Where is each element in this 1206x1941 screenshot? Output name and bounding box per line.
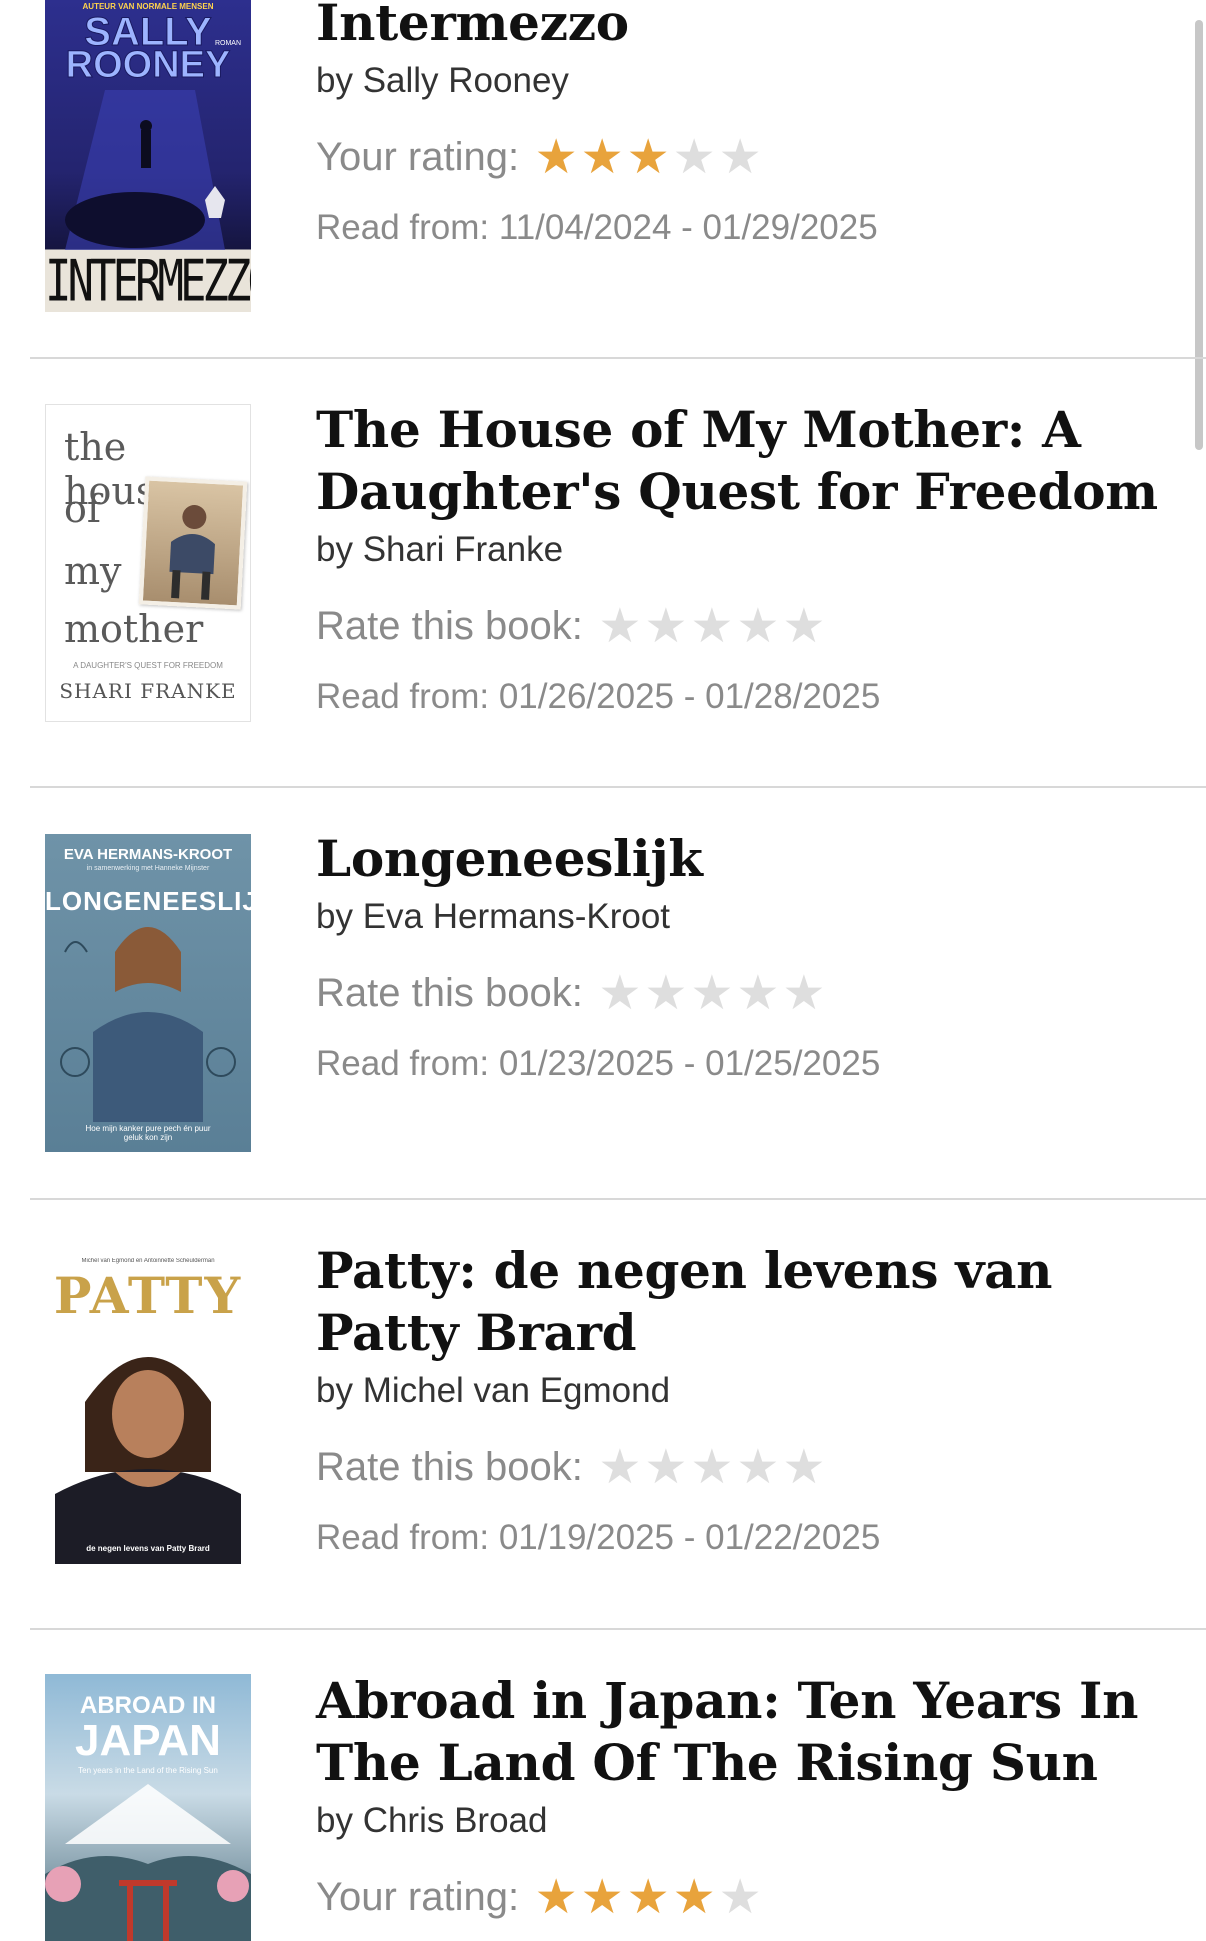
rating-row: Rate this book: ★ ★ ★ ★ ★ xyxy=(316,1442,1176,1492)
rating-row: Your rating: ★ ★ ★ ★ ★ xyxy=(316,1872,1176,1922)
star-rating[interactable]: ★ ★ ★ ★ ★ xyxy=(597,601,827,651)
star-icon[interactable]: ★ xyxy=(781,601,827,651)
cover-title: INTERMEZZO xyxy=(45,248,251,312)
star-icon[interactable]: ★ xyxy=(643,601,689,651)
rating-row: Rate this book: ★ ★ ★ ★ ★ xyxy=(316,968,1176,1018)
rating-row: Your rating: ★ ★ ★ ★ ★ xyxy=(316,132,1176,182)
cover-word: of xyxy=(64,487,101,531)
star-icon[interactable]: ★ xyxy=(597,968,643,1018)
rating-label: Your rating: xyxy=(316,1874,520,1919)
book-title[interactable]: Abroad in Japan: Ten Years In The Land O… xyxy=(316,1670,1176,1794)
star-icon[interactable]: ★ xyxy=(689,1442,735,1492)
book-cover[interactable]: EVA HERMANS-KROOT in samenwerking met Ha… xyxy=(45,834,251,1152)
star-icon[interactable]: ★ xyxy=(735,601,781,651)
book-author[interactable]: by Chris Broad xyxy=(316,1798,1176,1844)
cover-author-line2: ROONEY xyxy=(65,44,231,87)
book-author[interactable]: by Michel van Egmond xyxy=(316,1368,1176,1414)
cover-authors: Michel van Egmond en Antoinnette Scheuld… xyxy=(81,1258,215,1264)
cover-line2: JAPAN xyxy=(75,1716,221,1765)
star-icon[interactable]: ★ xyxy=(671,1872,717,1922)
star-icon[interactable]: ★ xyxy=(579,1872,625,1922)
cover-title: PATTY xyxy=(53,1266,243,1325)
star-icon[interactable]: ★ xyxy=(597,1442,643,1492)
cover-tagline: Hoe mijn kanker pure pech én puur geluk … xyxy=(85,1124,211,1142)
book-title[interactable]: Longeneeslijk xyxy=(316,828,1176,890)
star-icon[interactable]: ★ xyxy=(671,132,717,182)
star-icon[interactable]: ★ xyxy=(781,1442,827,1492)
star-icon[interactable]: ★ xyxy=(689,601,735,651)
star-rating[interactable]: ★ ★ ★ ★ ★ xyxy=(597,968,827,1018)
cover-illustration xyxy=(45,1784,251,1941)
book-cover[interactable]: Michel van Egmond en Antoinnette Scheuld… xyxy=(45,1258,251,1564)
book-title[interactable]: The House of My Mother: A Daughter's Que… xyxy=(316,399,1176,523)
read-dates: Read from: 01/19/2025 - 01/22/2025 xyxy=(316,1518,881,1557)
star-icon[interactable]: ★ xyxy=(689,968,735,1018)
star-rating[interactable]: ★ ★ ★ ★ ★ xyxy=(597,1442,827,1492)
read-dates: Read from: 01/26/2025 - 01/28/2025 xyxy=(316,677,881,716)
star-icon[interactable]: ★ xyxy=(579,132,625,182)
star-rating[interactable]: ★ ★ ★ ★ ★ xyxy=(533,132,763,182)
cover-with: in samenwerking met Hanneke Mijnster xyxy=(86,865,210,872)
book-cover[interactable]: the house of my mother A DAUGHTER'S QUES… xyxy=(45,404,251,722)
cover-illustration xyxy=(65,90,225,250)
book-list: AUTEUR VAN NORMALE MENSEN SALLY ROONEY R… xyxy=(0,0,1206,1941)
star-icon[interactable]: ★ xyxy=(533,132,579,182)
star-icon[interactable]: ★ xyxy=(533,1872,579,1922)
book-item[interactable]: EVA HERMANS-KROOT in samenwerking met Ha… xyxy=(0,788,1206,1198)
rating-label: Rate this book: xyxy=(316,970,583,1015)
star-icon[interactable]: ★ xyxy=(625,1872,671,1922)
star-icon[interactable]: ★ xyxy=(735,968,781,1018)
book-title[interactable]: Patty: de negen levens van Patty Brard xyxy=(316,1240,1176,1364)
cover-subtitle: A DAUGHTER'S QUEST FOR FREEDOM xyxy=(73,661,223,670)
book-info: Longeneeslijk by Eva Hermans-Kroot Rate … xyxy=(316,828,1176,1084)
book-author[interactable]: by Eva Hermans-Kroot xyxy=(316,894,1176,940)
book-item[interactable]: AUTEUR VAN NORMALE MENSEN SALLY ROONEY R… xyxy=(0,0,1206,450)
rating-label: Your rating: xyxy=(316,134,520,179)
cover-author: SHARI FRANKE xyxy=(59,679,237,703)
star-icon[interactable]: ★ xyxy=(717,132,763,182)
cover-author: EVA HERMANS-KROOT xyxy=(63,846,233,863)
book-info: Patty: de negen levens van Patty Brard b… xyxy=(316,1240,1176,1558)
star-icon[interactable]: ★ xyxy=(735,1442,781,1492)
cover-tag: ROMAN xyxy=(214,40,241,47)
star-icon[interactable]: ★ xyxy=(781,968,827,1018)
cover-word: mother xyxy=(64,607,204,651)
cover-photo xyxy=(138,476,248,610)
star-icon[interactable]: ★ xyxy=(643,1442,689,1492)
book-info: The House of My Mother: A Daughter's Que… xyxy=(316,399,1176,717)
read-dates: Read from: 01/23/2025 - 01/25/2025 xyxy=(316,1044,881,1083)
person-illustration xyxy=(169,505,215,600)
read-dates: Read from: 11/04/2024 - 01/29/2025 xyxy=(316,208,878,247)
rating-label: Rate this book: xyxy=(316,1444,583,1489)
book-cover[interactable]: AUTEUR VAN NORMALE MENSEN SALLY ROONEY R… xyxy=(45,0,251,312)
book-author[interactable]: by Shari Franke xyxy=(316,527,1176,573)
star-icon[interactable]: ★ xyxy=(643,968,689,1018)
star-icon[interactable]: ★ xyxy=(625,132,671,182)
star-icon[interactable]: ★ xyxy=(717,1872,763,1922)
book-author[interactable]: by Sally Rooney xyxy=(316,58,1176,104)
book-info: Abroad in Japan: Ten Years In The Land O… xyxy=(316,1670,1176,1922)
book-info: Intermezzo by Sally Rooney Your rating: … xyxy=(316,0,1176,248)
book-cover[interactable]: ABROAD IN JAPAN Ten years in the Land of… xyxy=(45,1674,251,1941)
cover-word: my xyxy=(64,549,122,593)
cover-subtitle: de negen levens van Patty Brard xyxy=(86,1544,210,1553)
book-item[interactable]: ABROAD IN JAPAN Ten years in the Land of… xyxy=(0,1630,1206,1941)
book-title[interactable]: Intermezzo xyxy=(316,0,1176,54)
cover-illustration xyxy=(60,927,236,1122)
book-item[interactable]: Michel van Egmond en Antoinnette Scheuld… xyxy=(0,1200,1206,1628)
rating-row: Rate this book: ★ ★ ★ ★ ★ xyxy=(316,601,1176,651)
star-icon[interactable]: ★ xyxy=(597,601,643,651)
rating-label: Rate this book: xyxy=(316,603,583,648)
book-item[interactable]: the house of my mother A DAUGHTER'S QUES… xyxy=(0,359,1206,786)
cover-portrait xyxy=(55,1357,241,1564)
star-rating[interactable]: ★ ★ ★ ★ ★ xyxy=(533,1872,763,1922)
